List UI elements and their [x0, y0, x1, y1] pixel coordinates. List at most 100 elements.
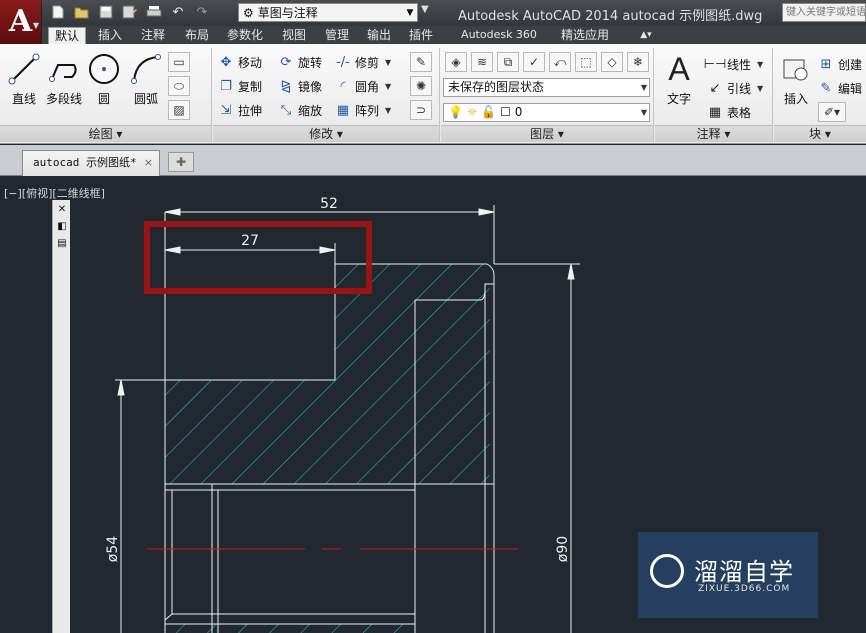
current-layer-value: 0	[514, 105, 523, 119]
tab-view[interactable]: 视图	[276, 27, 312, 44]
trim-label: 修剪	[355, 55, 380, 70]
layer-current-button[interactable]: ✓	[523, 52, 545, 72]
linear-dim-button[interactable]: ⊢⊣ 线性 ▼	[703, 54, 764, 74]
leader-button[interactable]: ↙ 引线 ▼	[707, 78, 764, 98]
layer-dropdown[interactable]: 💡 ☼ 🔓 ☐ 0 ▼	[443, 103, 650, 122]
search-input[interactable]: 键入关键字或短语	[782, 3, 866, 22]
table-button[interactable]: ▦ 表格	[707, 102, 751, 122]
copy-button[interactable]: ❐ 复制	[218, 76, 262, 96]
dimension-27	[164, 243, 336, 380]
tab-autodesk-360[interactable]: Autodesk 360	[446, 27, 552, 44]
stretch-button[interactable]: ⇲ 拉伸	[218, 100, 262, 120]
tab-manage[interactable]: 管理	[318, 27, 356, 44]
save-icon[interactable]	[96, 3, 116, 21]
ribbon-minimize-icon[interactable]: ▲▾	[632, 27, 660, 44]
panel-modify-title[interactable]: 修改 ▾	[213, 125, 439, 142]
insert-block-label: 插入	[783, 92, 808, 106]
layer-previous-button[interactable]: ⤺	[549, 52, 571, 72]
layer-state-dropdown[interactable]: 未保存的图层状态 ▼	[443, 78, 650, 97]
layer-stack-button[interactable]: ≋	[471, 52, 493, 72]
panel-annotation-title[interactable]: 注释 ▾	[655, 125, 772, 142]
layer-previous-icon: ⤺	[553, 54, 567, 69]
chevron-down-icon: ▼	[385, 57, 392, 67]
table-icon: ▦	[708, 104, 722, 120]
arc-label: 圆弧	[133, 92, 158, 106]
hatch-button[interactable]: ▨	[168, 100, 190, 120]
open-icon[interactable]	[72, 3, 92, 21]
rotate-button[interactable]: ⟳ 旋转	[278, 52, 322, 72]
mirror-label: 镜像	[298, 79, 323, 94]
panel-block-title[interactable]: 块 ▾	[774, 125, 866, 142]
document-tab[interactable]: autocad 示例图纸* ×	[22, 150, 160, 176]
tab-output[interactable]: 输出	[360, 27, 398, 44]
move-button[interactable]: ✥ 移动	[218, 52, 262, 72]
watermark: 溜溜自学 ZIXUE.3D66.COM	[638, 532, 818, 618]
new-icon[interactable]	[48, 3, 68, 21]
nav-menu-icon[interactable]: ▤	[54, 235, 70, 251]
tab-parametric[interactable]: 参数化	[220, 27, 270, 44]
array-button[interactable]: ▦ 阵列 ▼	[335, 100, 391, 120]
polyline-icon	[47, 52, 81, 86]
scale-button[interactable]: ⤡ 缩放	[278, 100, 322, 120]
workspace-label: 草图与注释	[257, 6, 318, 20]
application-menu-button[interactable]: A ▼	[0, 0, 42, 44]
leader-icon: ↙	[709, 80, 721, 96]
arc-button[interactable]: 圆弧	[122, 52, 170, 107]
erase-button[interactable]: ✎	[410, 52, 432, 72]
layer-properties-button[interactable]: ◈	[445, 52, 467, 72]
leader-label: 引线	[727, 81, 752, 96]
layer-isolate-button[interactable]: ◇	[601, 52, 623, 72]
fillet-button[interactable]: ◜ 圆角 ▼	[335, 76, 391, 96]
linear-dim-icon: ⊢⊣	[703, 56, 727, 72]
tab-insert[interactable]: 插入	[92, 27, 128, 44]
lock-icon: 🔓	[481, 105, 497, 119]
trim-button[interactable]: -/- 修剪 ▼	[335, 52, 391, 72]
panel-draw-title[interactable]: 绘图 ▾	[0, 125, 211, 142]
layer-freeze-button[interactable]: ❄	[627, 52, 649, 72]
copy-icon: ❐	[220, 78, 232, 94]
tab-plugins[interactable]: 插件	[402, 27, 440, 44]
viewport-controls[interactable]: [−][俯视][二维线框]	[4, 185, 105, 201]
circle-label: 圆	[97, 92, 110, 106]
edit-attributes-button[interactable]: ✐▾	[818, 102, 846, 122]
redo-icon[interactable]: ↷	[192, 3, 212, 21]
text-label: 文字	[666, 92, 691, 106]
new-drawing-tab-button[interactable]: ✚	[168, 152, 194, 172]
chevron-down-icon: ▼	[757, 59, 764, 69]
trim-icon: -/-	[336, 54, 350, 70]
explode-button[interactable]: ✺	[410, 76, 432, 96]
tab-annotate[interactable]: 注释	[134, 27, 172, 44]
drawing-canvas[interactable]: 52 27 ø54 ø90 [−][俯视][二维线框] ✕ ◧ ▤ 溜溜自学 Z…	[0, 176, 866, 633]
layer-walk-button[interactable]: ⬚	[575, 52, 597, 72]
erase-icon: ✎	[415, 55, 427, 69]
offset-button[interactable]: ⊃	[410, 100, 432, 120]
tab-featured-apps[interactable]: 精选应用	[550, 27, 620, 44]
hatch-icon: ▨	[173, 103, 185, 117]
edit-block-button[interactable]: ✎ 编辑	[818, 78, 862, 98]
saveas-icon[interactable]	[120, 3, 140, 21]
steering-wheel-icon[interactable]: ◧	[54, 218, 70, 234]
mirror-button[interactable]: ⧎ 镜像	[278, 76, 322, 96]
autocad-logo-icon: A	[8, 4, 33, 39]
undo-icon[interactable]: ↶	[168, 3, 188, 21]
rotate-icon: ⟳	[280, 54, 292, 70]
tab-layout[interactable]: 布局	[178, 27, 216, 44]
edit-block-icon: ✎	[820, 80, 832, 96]
panel-layers-title[interactable]: 图层 ▾	[441, 125, 653, 142]
dim-text-52: 52	[320, 196, 338, 212]
close-icon[interactable]: ✕	[54, 201, 70, 217]
text-button[interactable]: A 文字	[657, 51, 701, 107]
ellipse-button[interactable]: ⬭	[168, 76, 190, 96]
tab-default[interactable]: 默认	[48, 27, 86, 44]
insert-block-button[interactable]: 插入	[776, 52, 816, 107]
close-icon[interactable]: ×	[144, 151, 153, 175]
print-icon[interactable]	[144, 3, 164, 21]
rectangle-button[interactable]: ▭	[168, 52, 190, 72]
customize-qat-icon[interactable]: ▼	[421, 4, 429, 15]
layer-match-button[interactable]: ⧉	[497, 52, 519, 72]
create-block-button[interactable]: ⊞ 创建	[818, 54, 862, 74]
workspace-dropdown[interactable]: ⚙ 草图与注释 ▼	[238, 3, 418, 22]
circle-button[interactable]: 圆	[80, 52, 128, 107]
mirror-icon: ⧎	[280, 78, 292, 94]
watermark-title: 溜溜自学	[694, 558, 794, 586]
